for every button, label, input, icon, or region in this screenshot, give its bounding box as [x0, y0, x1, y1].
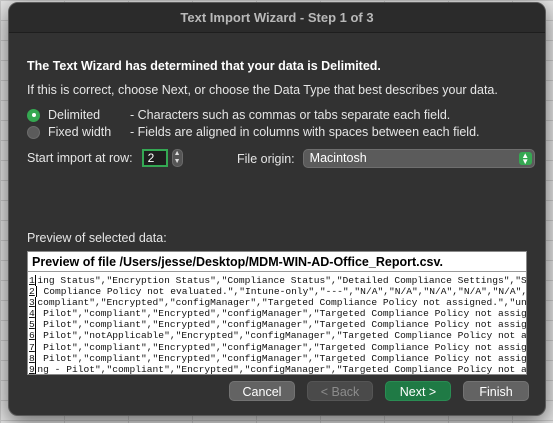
preview-line-text: ing Status","Encryption Status","Complia…	[37, 275, 526, 286]
data-preview[interactable]: Preview of file /Users/jesse/Desktop/MDM…	[27, 251, 527, 375]
preview-line: 3 compliant","Encrypted","configManager",…	[28, 297, 526, 309]
preview-line: 8 Pilot","compliant","Encrypted","config…	[28, 352, 526, 364]
cancel-button[interactable]: Cancel	[229, 381, 295, 401]
radio-fixed-width-description: - Fields are aligned in columns with spa…	[130, 125, 480, 139]
text-import-wizard-dialog: Text Import Wizard - Step 1 of 3 The Tex…	[8, 2, 546, 416]
file-origin-select[interactable]: Macintosh ▲ ▼	[302, 149, 535, 168]
preview-line-number: 5	[29, 319, 37, 331]
preview-line-number: 2	[28, 286, 37, 298]
preview-line-text: Pilot","compliant","Encrypted","configMa…	[43, 341, 526, 353]
preview-line-text: ng - Pilot","compliant","Encrypted","con…	[37, 363, 526, 375]
radio-delimited-description: - Characters such as commas or tabs sepa…	[130, 108, 451, 122]
preview-line: 2 Compliance Policy not evaluated.","Int…	[28, 286, 526, 298]
preview-line-number: 9	[29, 363, 37, 375]
preview-line-text: Pilot","compliant","Encrypted","configMa…	[43, 308, 526, 320]
preview-line: 1 ing Status","Encryption Status","Compli…	[28, 275, 526, 287]
file-origin-value: Macintosh	[309, 151, 367, 165]
radio-fixed-width[interactable]	[27, 125, 40, 139]
preview-line-number: 3	[29, 297, 37, 309]
preview-line-number: 7	[29, 341, 37, 353]
preview-line: 6 Pilot","notApplicable","Encrypted","co…	[28, 330, 526, 342]
preview-line-text: Compliance Policy not evaluated.","Intun…	[43, 286, 526, 298]
start-import-row: Start import at row: ▲ ▼	[27, 149, 183, 167]
preview-line-text: Pilot","compliant","Encrypted","configMa…	[43, 352, 526, 364]
stepper-up-icon[interactable]: ▲	[173, 150, 182, 158]
preview-line: 7 Pilot","compliant","Encrypted","config…	[28, 341, 526, 353]
preview-line-text: Pilot","compliant","Encrypted","configMa…	[43, 319, 526, 331]
radio-delimited[interactable]	[27, 108, 40, 122]
stepper-down-icon[interactable]: ▼	[173, 158, 182, 166]
preview-line-text: Pilot","notApplicable","Encrypted","conf…	[43, 330, 526, 342]
file-origin-label: File origin:	[237, 151, 295, 166]
start-import-input[interactable]	[141, 149, 168, 167]
chevron-up-down-icon: ▲ ▼	[518, 152, 532, 166]
preview-file-title: Preview of file /Users/jesse/Desktop/MDM…	[28, 252, 526, 272]
preview-line-text: compliant","Encrypted","configManager","…	[37, 297, 526, 309]
preview-lines: 1 ing Status","Encryption Status","Compli…	[28, 272, 526, 375]
preview-line: 4 Pilot","compliant","Encrypted","config…	[28, 308, 526, 320]
window-title: Text Import Wizard - Step 1 of 3	[9, 3, 545, 33]
file-origin-row: File origin: Macintosh ▲ ▼	[237, 149, 535, 168]
radio-delimited-row[interactable]: Delimited - Characters such as commas or…	[27, 107, 450, 123]
preview-label: Preview of selected data:	[27, 231, 167, 245]
preview-line-number: 1	[29, 275, 37, 287]
preview-line-number: 4	[29, 308, 37, 320]
radio-delimited-label[interactable]: Delimited	[48, 108, 130, 122]
next-button[interactable]: Next >	[385, 381, 451, 401]
start-import-stepper[interactable]: ▲ ▼	[171, 149, 183, 167]
preview-line-number: 8	[29, 352, 37, 364]
back-button[interactable]: < Back	[307, 381, 373, 401]
preview-line: 9 ng - Pilot","compliant","Encrypted","co…	[28, 363, 526, 375]
finish-button[interactable]: Finish	[463, 381, 529, 401]
radio-fixed-width-row[interactable]: Fixed width - Fields are aligned in colu…	[27, 124, 480, 140]
wizard-subheading: If this is correct, choose Next, or choo…	[27, 83, 498, 97]
preview-line-number: 6	[29, 330, 37, 342]
preview-line: 5 Pilot","compliant","Encrypted","config…	[28, 319, 526, 331]
radio-fixed-width-label[interactable]: Fixed width	[48, 125, 130, 139]
start-import-label: Start import at row:	[27, 151, 133, 165]
wizard-heading: The Text Wizard has determined that your…	[27, 59, 381, 73]
